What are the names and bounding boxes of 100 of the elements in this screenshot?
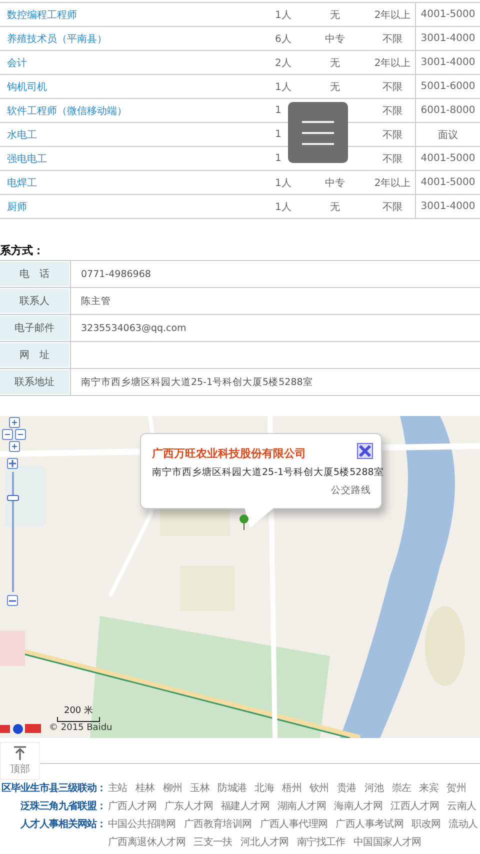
footer-link[interactable]: 海南人才网 <box>334 799 383 813</box>
job-title-link[interactable]: 水电工 <box>0 128 270 142</box>
table-cell-text: 不限 <box>382 32 404 46</box>
table-cell: 6001-8000 <box>415 99 480 122</box>
footer-link[interactable]: 贺州 <box>446 781 466 795</box>
footer-link[interactable]: 防城港 <box>218 781 247 795</box>
footer-link[interactable]: 广西离退休人才网 <box>108 835 186 849</box>
field-value: 0771-4986968 <box>70 261 480 287</box>
field-value: 陈主管 <box>70 288 480 314</box>
field-label: 联系人 <box>0 289 69 313</box>
back-to-top-button[interactable]: 顶部 <box>0 742 40 780</box>
table-cell-text: 1 <box>274 129 282 140</box>
link-group-label: 人才人事相关网站： <box>19 818 106 831</box>
footer-link[interactable]: 柳州 <box>162 781 182 795</box>
up-arrow-icon <box>14 746 26 760</box>
footer-link[interactable]: 中国公共招聘网 <box>108 817 176 831</box>
footer-link[interactable]: 中国国家人才网 <box>353 835 422 849</box>
job-title-link[interactable]: 养殖技术员（平南县） <box>0 32 270 46</box>
footer-link[interactable]: 来宾 <box>419 781 439 795</box>
pan-right-button[interactable] <box>15 429 26 440</box>
table-cell: 3001-4000 <box>415 195 480 218</box>
pan-left-button[interactable] <box>2 429 13 440</box>
table-cell-text: 2年以上 <box>373 56 412 70</box>
footer-link[interactable]: 职改网 <box>412 817 441 831</box>
minus-icon <box>18 434 23 435</box>
field-value: 南宁市西乡塘区科园大道25-1号科创大厦5楼5288室 <box>70 369 480 395</box>
footer-link[interactable]: 河北人才网 <box>240 835 289 849</box>
job-title-link[interactable]: 会计 <box>0 56 270 70</box>
pan-down-button[interactable] <box>9 441 20 452</box>
job-title-link[interactable]: 电焊工 <box>0 176 270 190</box>
table-cell: 3001-4000 <box>415 51 480 74</box>
table-cell-text: 不限 <box>382 152 404 166</box>
transit-route-link[interactable]: 公交路线 <box>331 484 371 497</box>
table-cell-text: 无 <box>329 80 341 94</box>
minus-icon <box>5 434 10 435</box>
minus-icon <box>9 600 16 602</box>
footer-link[interactable]: 北海 <box>254 781 274 795</box>
footer-link[interactable]: 广西人才网 <box>108 799 157 813</box>
footer-link[interactable]: 广西人事考试网 <box>336 817 404 831</box>
field-label: 网 址 <box>0 343 69 367</box>
menu-button[interactable] <box>288 102 348 163</box>
plus-icon <box>12 444 17 449</box>
table-cell-text: 1人 <box>274 8 292 22</box>
table-cell-text: 不限 <box>382 80 404 94</box>
table-cell: 4001-5000 <box>415 147 480 170</box>
location-pin-icon <box>239 514 249 530</box>
field-label: 联系地址 <box>0 370 69 394</box>
footer-link[interactable]: 流动人 <box>448 817 478 831</box>
link-group-label: 区毕业生市县三级联动： <box>0 781 106 795</box>
table-cell: 5001-6000 <box>415 75 480 98</box>
footer-link[interactable]: 桂林 <box>135 781 155 795</box>
zoom-out-button[interactable] <box>7 595 18 606</box>
footer-link[interactable]: 梧州 <box>282 781 302 795</box>
table-cell-text: 1 <box>274 105 282 116</box>
map-logo-icon <box>0 722 44 734</box>
table-cell-text: 1人 <box>274 176 292 190</box>
zoom-in-button[interactable] <box>7 458 18 469</box>
company-name: 广西万旺农业科技股份有限公司 <box>152 446 306 461</box>
link-group-label: 泛珠三角九省联盟： <box>20 800 106 813</box>
scale-label: 200 米 <box>64 704 94 717</box>
table-cell-text: 6人 <box>274 32 292 46</box>
field-value: 3235534063@qq.com <box>70 315 480 341</box>
footer-link[interactable]: 广东人才网 <box>164 799 214 813</box>
footer-link[interactable]: 崇左 <box>392 781 412 795</box>
footer-link[interactable]: 三支一扶 <box>194 835 232 849</box>
table-cell-text: 不限 <box>382 200 404 214</box>
footer-link[interactable]: 玉林 <box>190 781 210 795</box>
table-cell-text: 无 <box>329 8 341 22</box>
footer-link[interactable]: 南宁找工作 <box>296 835 346 849</box>
footer-link[interactable]: 广西人事代理网 <box>260 817 328 831</box>
footer-link[interactable]: 广西教育培训网 <box>184 817 252 831</box>
plus-icon <box>9 460 16 467</box>
table-cell-text: 不限 <box>382 104 404 118</box>
table-cell: 4001-5000 <box>415 3 480 26</box>
field-label: 电子邮件 <box>0 316 69 340</box>
footer-link[interactable]: 湖南人才网 <box>278 799 326 813</box>
footer-link[interactable]: 江西人才网 <box>390 799 440 813</box>
footer-link[interactable]: 福建人才网 <box>221 799 270 813</box>
job-title-link[interactable]: 厨师 <box>0 200 270 214</box>
table-cell-text: 1 <box>274 153 282 164</box>
table-cell-text: 中专 <box>324 176 346 190</box>
footer-link[interactable]: 主站 <box>108 781 128 795</box>
table-cell-text: 中专 <box>324 32 346 46</box>
job-title-link[interactable]: 软件工程师（微信移动端） <box>0 104 270 118</box>
footer-link[interactable]: 河池 <box>364 781 384 795</box>
footer-link[interactable]: 云南人 <box>447 799 476 813</box>
footer-link[interactable]: 贵港 <box>336 781 356 795</box>
address-text: 南宁市西乡塘区科园大道25-1号科创大厦5楼5288室 <box>152 466 384 479</box>
copyright-text: © 2015 Baidu <box>49 723 112 733</box>
table-cell-text: 无 <box>329 200 341 214</box>
plus-icon <box>12 420 17 425</box>
table-cell-text: 1人 <box>274 80 292 94</box>
close-button[interactable] <box>357 443 373 459</box>
table-cell: 4001-5000 <box>415 171 480 194</box>
table-cell-text: 2年以上 <box>373 8 412 22</box>
job-title-link[interactable]: 数控编程工程师 <box>0 8 270 22</box>
footer-link[interactable]: 钦州 <box>310 781 329 795</box>
job-title-link[interactable]: 钩机司机 <box>0 80 270 94</box>
pan-up-button[interactable] <box>9 417 20 428</box>
job-title-link[interactable]: 强电电工 <box>0 152 270 166</box>
